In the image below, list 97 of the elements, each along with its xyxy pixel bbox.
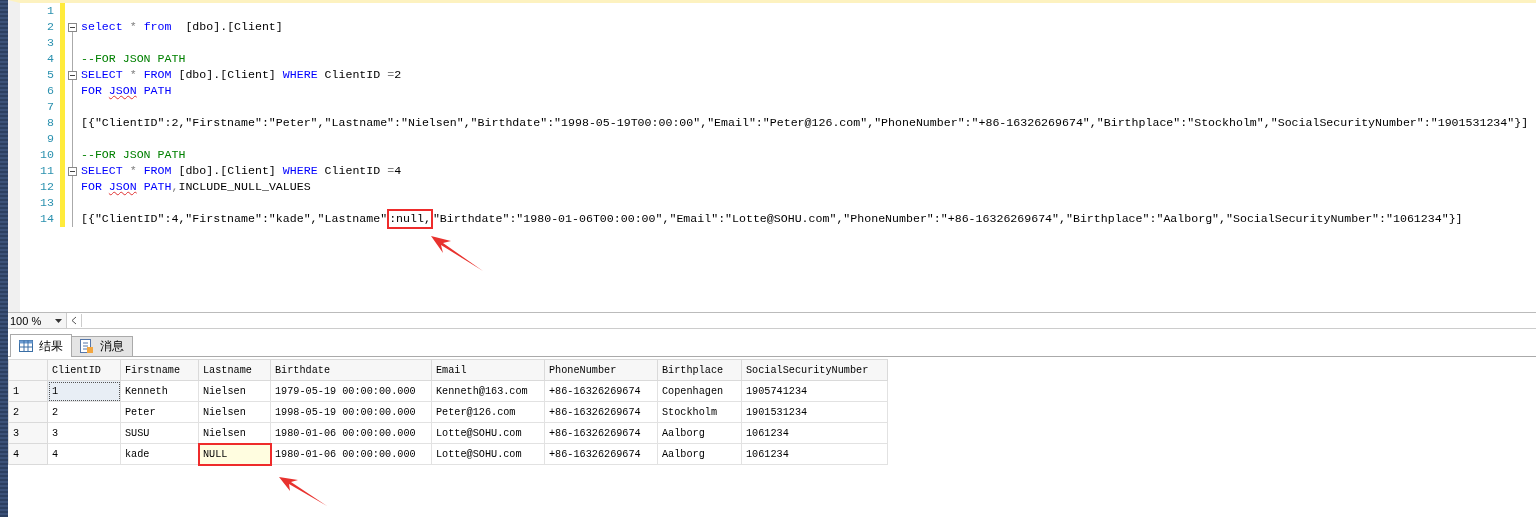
- table-cell: 1980-01-06 00:00:00.000: [270, 422, 432, 444]
- code-text: [{"ClientID":4,"Firstname":"kade","Lastname": [81, 211, 388, 227]
- table-cell: 3: [47, 422, 121, 444]
- table-cell: 1980-01-06 00:00:00.000: [270, 443, 432, 465]
- highlighted-code: :null,: [389, 211, 431, 227]
- table-cell: 1901531234: [741, 401, 888, 423]
- code-operator: *: [128, 163, 138, 179]
- column-header[interactable]: SocialSecurityNumber: [741, 359, 888, 381]
- code-operator: *: [128, 67, 138, 83]
- table-cell: 4: [47, 443, 121, 465]
- table-cell: 2: [47, 401, 121, 423]
- table-cell: +86-16326269674: [544, 443, 658, 465]
- code-keyword: PATH: [142, 83, 172, 99]
- code-keyword: from: [143, 19, 172, 35]
- table-cell: Stockholm: [657, 401, 742, 423]
- table-cell: +86-16326269674: [544, 380, 658, 402]
- line-number: 10: [39, 147, 55, 163]
- table-cell: Kenneth@163.com: [431, 380, 545, 402]
- code-keyword: SELECT: [81, 67, 123, 83]
- code-text: 4: [394, 163, 402, 179]
- message-icon: [80, 339, 94, 354]
- results-tab[interactable]: 消息: [71, 336, 133, 356]
- line-number: 2: [46, 19, 55, 35]
- code-text: 2: [394, 67, 402, 83]
- line-number: 1: [46, 3, 55, 19]
- code-text: [dbo].[Client]: [177, 67, 277, 83]
- code-keyword: FOR: [81, 83, 103, 99]
- row-header[interactable]: 1: [8, 380, 48, 402]
- table-cell: Nielsen: [198, 401, 271, 423]
- table-cell: Lotte@SOHU.com: [431, 443, 545, 465]
- collapse-icon[interactable]: [68, 70, 77, 80]
- table-cell: Peter: [120, 401, 199, 423]
- code-text: INCLUDE_NULL_VALUES: [178, 179, 311, 195]
- code-keyword: select: [81, 19, 123, 35]
- code-text: ClientID: [323, 163, 382, 179]
- line-number: 14: [39, 211, 55, 227]
- code-keyword: FROM: [143, 67, 172, 83]
- table-cell: Lotte@SOHU.com: [431, 422, 545, 444]
- code-keyword: WHERE: [282, 67, 318, 83]
- dropdown-caret-icon[interactable]: [55, 318, 62, 323]
- code-text: ClientID: [323, 67, 382, 83]
- code-operator: ,: [171, 179, 179, 195]
- collapse-icon[interactable]: [68, 22, 77, 32]
- code-keyword: JSON: [108, 83, 137, 99]
- code-comment: --FOR JSON PATH: [81, 51, 186, 67]
- table-cell: Peter@126.com: [431, 401, 545, 423]
- line-number: 8: [46, 115, 55, 131]
- line-number: 11: [39, 163, 55, 179]
- results-tab[interactable]: 结果: [10, 334, 72, 357]
- line-number: 5: [46, 67, 55, 83]
- row-header[interactable]: 2: [8, 401, 48, 423]
- grid-icon: [19, 340, 33, 352]
- code-text: [dbo].[Client]: [177, 163, 277, 179]
- table-cell: +86-16326269674: [544, 422, 658, 444]
- table-cell: 1905741234: [741, 380, 888, 402]
- code-text: [dbo].[Client]: [184, 19, 283, 35]
- line-number: 3: [46, 35, 55, 51]
- line-number: 6: [46, 83, 55, 99]
- code-comment: --FOR JSON PATH: [81, 147, 186, 163]
- line-number: 13: [39, 195, 55, 211]
- column-header[interactable]: Birthdate: [270, 359, 432, 381]
- code-operator: =: [387, 67, 395, 83]
- table-cell: Aalborg: [657, 422, 742, 444]
- row-header[interactable]: 3: [8, 422, 48, 444]
- row-header[interactable]: 4: [8, 443, 48, 465]
- column-header[interactable]: PhoneNumber: [544, 359, 658, 381]
- table-cell: Copenhagen: [657, 380, 742, 402]
- code-operator: *: [128, 19, 138, 35]
- column-header[interactable]: Lastname: [198, 359, 271, 381]
- zoom-dropdown[interactable]: 100 %: [8, 313, 67, 328]
- code-keyword: SELECT: [81, 163, 123, 179]
- column-header[interactable]: Email: [431, 359, 545, 381]
- table-cell: 1979-05-19 00:00:00.000: [270, 380, 432, 402]
- code-keyword: FOR: [81, 179, 103, 195]
- column-header[interactable]: Birthplace: [657, 359, 742, 381]
- code-keyword: WHERE: [282, 163, 318, 179]
- column-header[interactable]: Firstname: [120, 359, 199, 381]
- table-cell: SUSU: [120, 422, 199, 444]
- code-keyword: PATH: [142, 179, 172, 195]
- table-cell: Aalborg: [657, 443, 742, 465]
- line-number: 7: [46, 99, 55, 115]
- column-header[interactable]: ClientID: [47, 359, 121, 381]
- collapse-icon[interactable]: [68, 166, 77, 176]
- code-keyword: JSON: [108, 179, 137, 195]
- code-text: "Birthdate":"1980-01-06T00:00:00","Email":"Lotte@SOHU.com","PhoneNumber":"+86-16326269674","Birthplace":"Aalborg","SocialSecurityNumber":"1061234"}]: [432, 211, 1463, 227]
- code-keyword: FROM: [143, 163, 172, 179]
- table-cell: 1061234: [741, 422, 888, 444]
- table-cell: +86-16326269674: [544, 401, 658, 423]
- table-cell: 1061234: [741, 443, 888, 465]
- line-number: 4: [46, 51, 55, 67]
- table-cell: Kenneth: [120, 380, 199, 402]
- code-text: [{"ClientID":2,"Firstname":"Peter","Lastname":"Nielsen","Birthdate":"1998-05-19T00:00:00","Email":"Peter@126.com","PhoneNumber":"+86-16326269674","Birthplace":"Stockholm","SocialSecurityNumber":"1901531234"}]: [81, 115, 1529, 131]
- line-number: 9: [46, 131, 55, 147]
- line-number: 12: [39, 179, 55, 195]
- table-cell: 1998-05-19 00:00:00.000: [270, 401, 432, 423]
- table-cell: Nielsen: [198, 380, 271, 402]
- code-operator: =: [387, 163, 395, 179]
